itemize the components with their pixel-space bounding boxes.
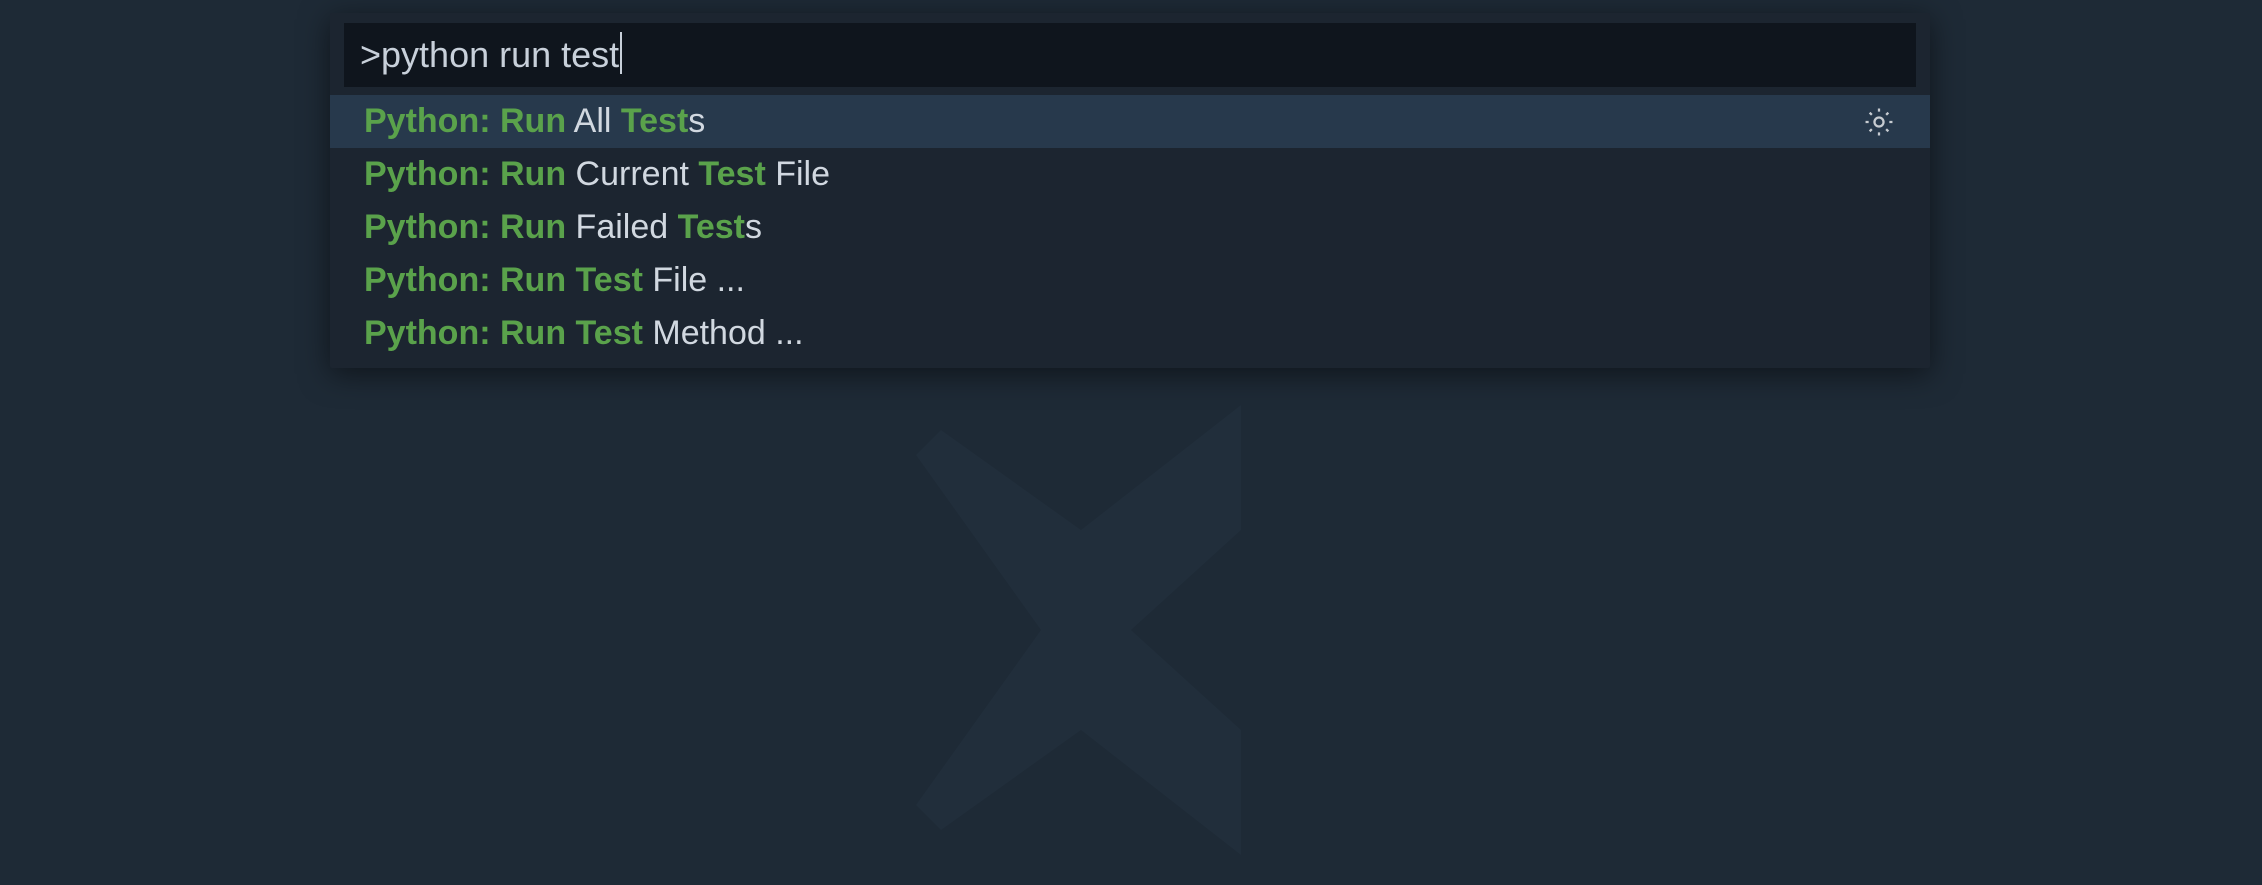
input-wrap: >python run test bbox=[330, 13, 1930, 95]
vscode-logo-watermark bbox=[781, 380, 1481, 880]
command-result-item[interactable]: Python: Run Test File ... bbox=[330, 254, 1930, 307]
command-result-label: Python: Run Test Method ... bbox=[364, 314, 1896, 353]
command-result-item[interactable]: Python: Run All Tests bbox=[330, 95, 1930, 148]
text-cursor bbox=[620, 32, 622, 74]
command-result-item[interactable]: Python: Run Failed Tests bbox=[330, 201, 1930, 254]
command-result-label: Python: Run All Tests bbox=[364, 102, 1862, 141]
command-palette: >python run test Python: Run All TestsPy… bbox=[330, 13, 1930, 368]
command-result-label: Python: Run Failed Tests bbox=[364, 208, 1896, 247]
command-results-list: Python: Run All Tests Python: Run Current… bbox=[330, 95, 1930, 368]
gear-icon[interactable] bbox=[1862, 105, 1896, 139]
command-input-text: >python run test bbox=[360, 34, 619, 76]
command-result-item[interactable]: Python: Run Test Method ... bbox=[330, 307, 1930, 360]
command-result-label: Python: Run Current Test File bbox=[364, 155, 1896, 194]
command-input[interactable]: >python run test bbox=[344, 23, 1916, 87]
command-result-label: Python: Run Test File ... bbox=[364, 261, 1896, 300]
command-result-item[interactable]: Python: Run Current Test File bbox=[330, 148, 1930, 201]
